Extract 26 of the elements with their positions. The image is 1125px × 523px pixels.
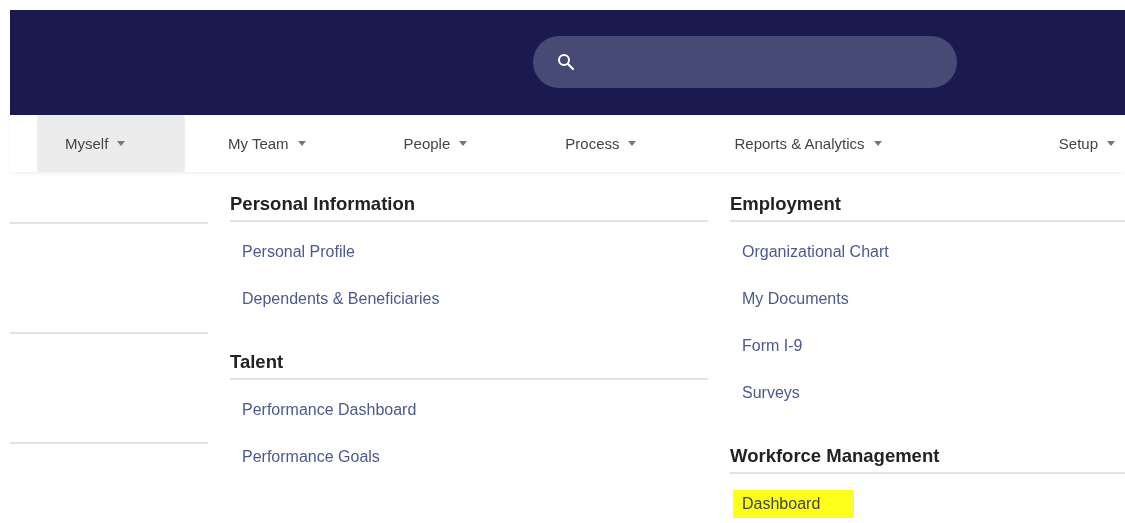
section-heading: Personal Information (230, 193, 416, 215)
nav-tab[interactable]: Process (565, 115, 637, 172)
menu-link[interactable]: Dependents & Beneficiaries (233, 285, 449, 312)
nav-tab[interactable]: People (403, 115, 468, 172)
section-heading: Workforce Management (730, 445, 940, 467)
menu-link[interactable]: Organizational Chart (733, 238, 898, 265)
nav-tab[interactable]: Reports & Analytics (734, 115, 882, 172)
nav-tab[interactable]: My Team (228, 115, 306, 172)
nav-tab[interactable]: Myself (37, 115, 185, 172)
menu-link[interactable]: Personal Profile (233, 238, 364, 265)
section-heading: Employment (730, 193, 842, 215)
menu-link[interactable]: Surveys (733, 379, 809, 406)
menu-link[interactable]: Dashboard (733, 489, 855, 518)
caret-icon (117, 141, 126, 146)
caret-icon (459, 141, 468, 146)
menu-link[interactable]: Performance Goals (233, 443, 389, 470)
menu-link[interactable]: My Documents (733, 285, 858, 312)
search-icon (557, 52, 575, 71)
menu-link[interactable]: Performance Dashboard (233, 396, 426, 423)
caret-icon (297, 141, 306, 146)
caret-icon (628, 141, 637, 146)
nav-tab[interactable]: Setup (1058, 115, 1115, 172)
section-heading: Talent (230, 351, 284, 373)
search-field[interactable] (533, 35, 957, 88)
menu-link[interactable]: Form I-9 (733, 332, 812, 359)
caret-icon (873, 141, 882, 146)
